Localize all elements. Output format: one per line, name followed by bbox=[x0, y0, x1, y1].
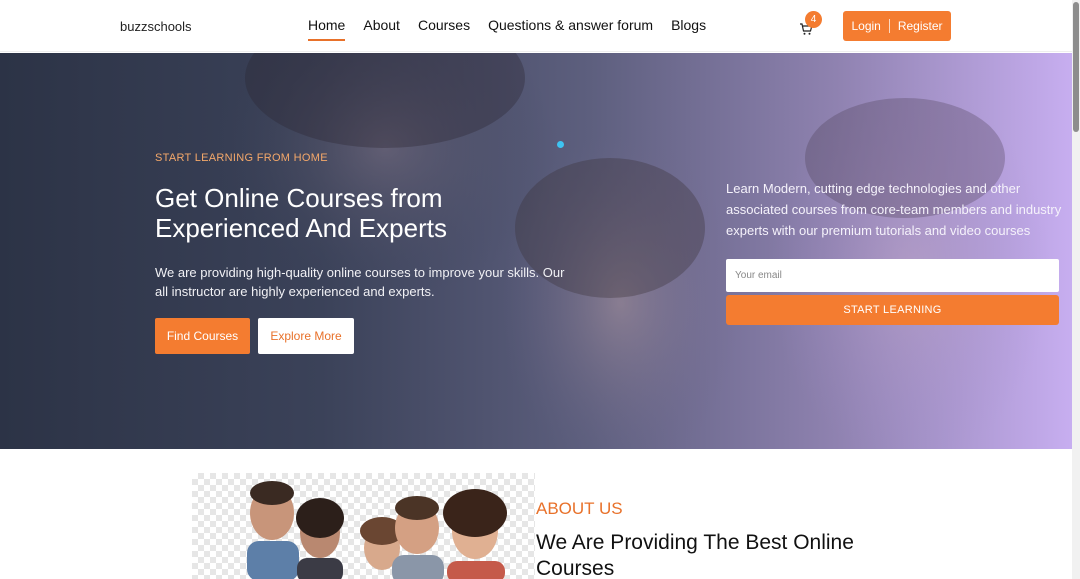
register-button[interactable]: Register bbox=[898, 19, 943, 33]
about-students-image bbox=[192, 473, 535, 579]
find-courses-button[interactable]: Find Courses bbox=[155, 318, 250, 354]
nav-about[interactable]: About bbox=[363, 17, 400, 37]
hero-title: Get Online Courses from Experienced And … bbox=[155, 183, 447, 243]
explore-more-button[interactable]: Explore More bbox=[258, 318, 354, 354]
nav-courses[interactable]: Courses bbox=[418, 17, 470, 37]
top-navbar: buzzschools Home About Courses Questions… bbox=[0, 0, 1072, 52]
nav-blogs[interactable]: Blogs bbox=[671, 17, 706, 37]
email-input[interactable] bbox=[726, 259, 1059, 292]
scrollbar-thumb[interactable] bbox=[1073, 2, 1079, 132]
about-title: We Are Providing The Best Online Courses bbox=[536, 531, 854, 579]
main-nav: Home About Courses Questions & answer fo… bbox=[308, 17, 724, 41]
carousel-indicator-dot bbox=[557, 141, 564, 148]
nav-home[interactable]: Home bbox=[308, 17, 346, 41]
about-label: ABOUT US bbox=[536, 499, 623, 518]
hero-description: We are providing high-quality online cou… bbox=[155, 265, 565, 299]
hero-side-text: Learn Modern, cutting edge technologies … bbox=[726, 181, 1062, 238]
hero-background-photo bbox=[215, 53, 1050, 449]
login-button[interactable]: Login bbox=[851, 19, 880, 33]
hero-section: START LEARNING FROM HOME Get Online Cour… bbox=[0, 53, 1072, 449]
hero-eyebrow: START LEARNING FROM HOME bbox=[155, 152, 328, 164]
start-learning-button[interactable]: START LEARNING bbox=[726, 295, 1059, 325]
auth-button-group: Login Register bbox=[843, 11, 951, 41]
auth-divider bbox=[888, 19, 890, 33]
cart-count-badge: 4 bbox=[805, 11, 822, 28]
site-logo[interactable]: buzzschools bbox=[120, 19, 192, 34]
nav-forum[interactable]: Questions & answer forum bbox=[488, 17, 653, 37]
